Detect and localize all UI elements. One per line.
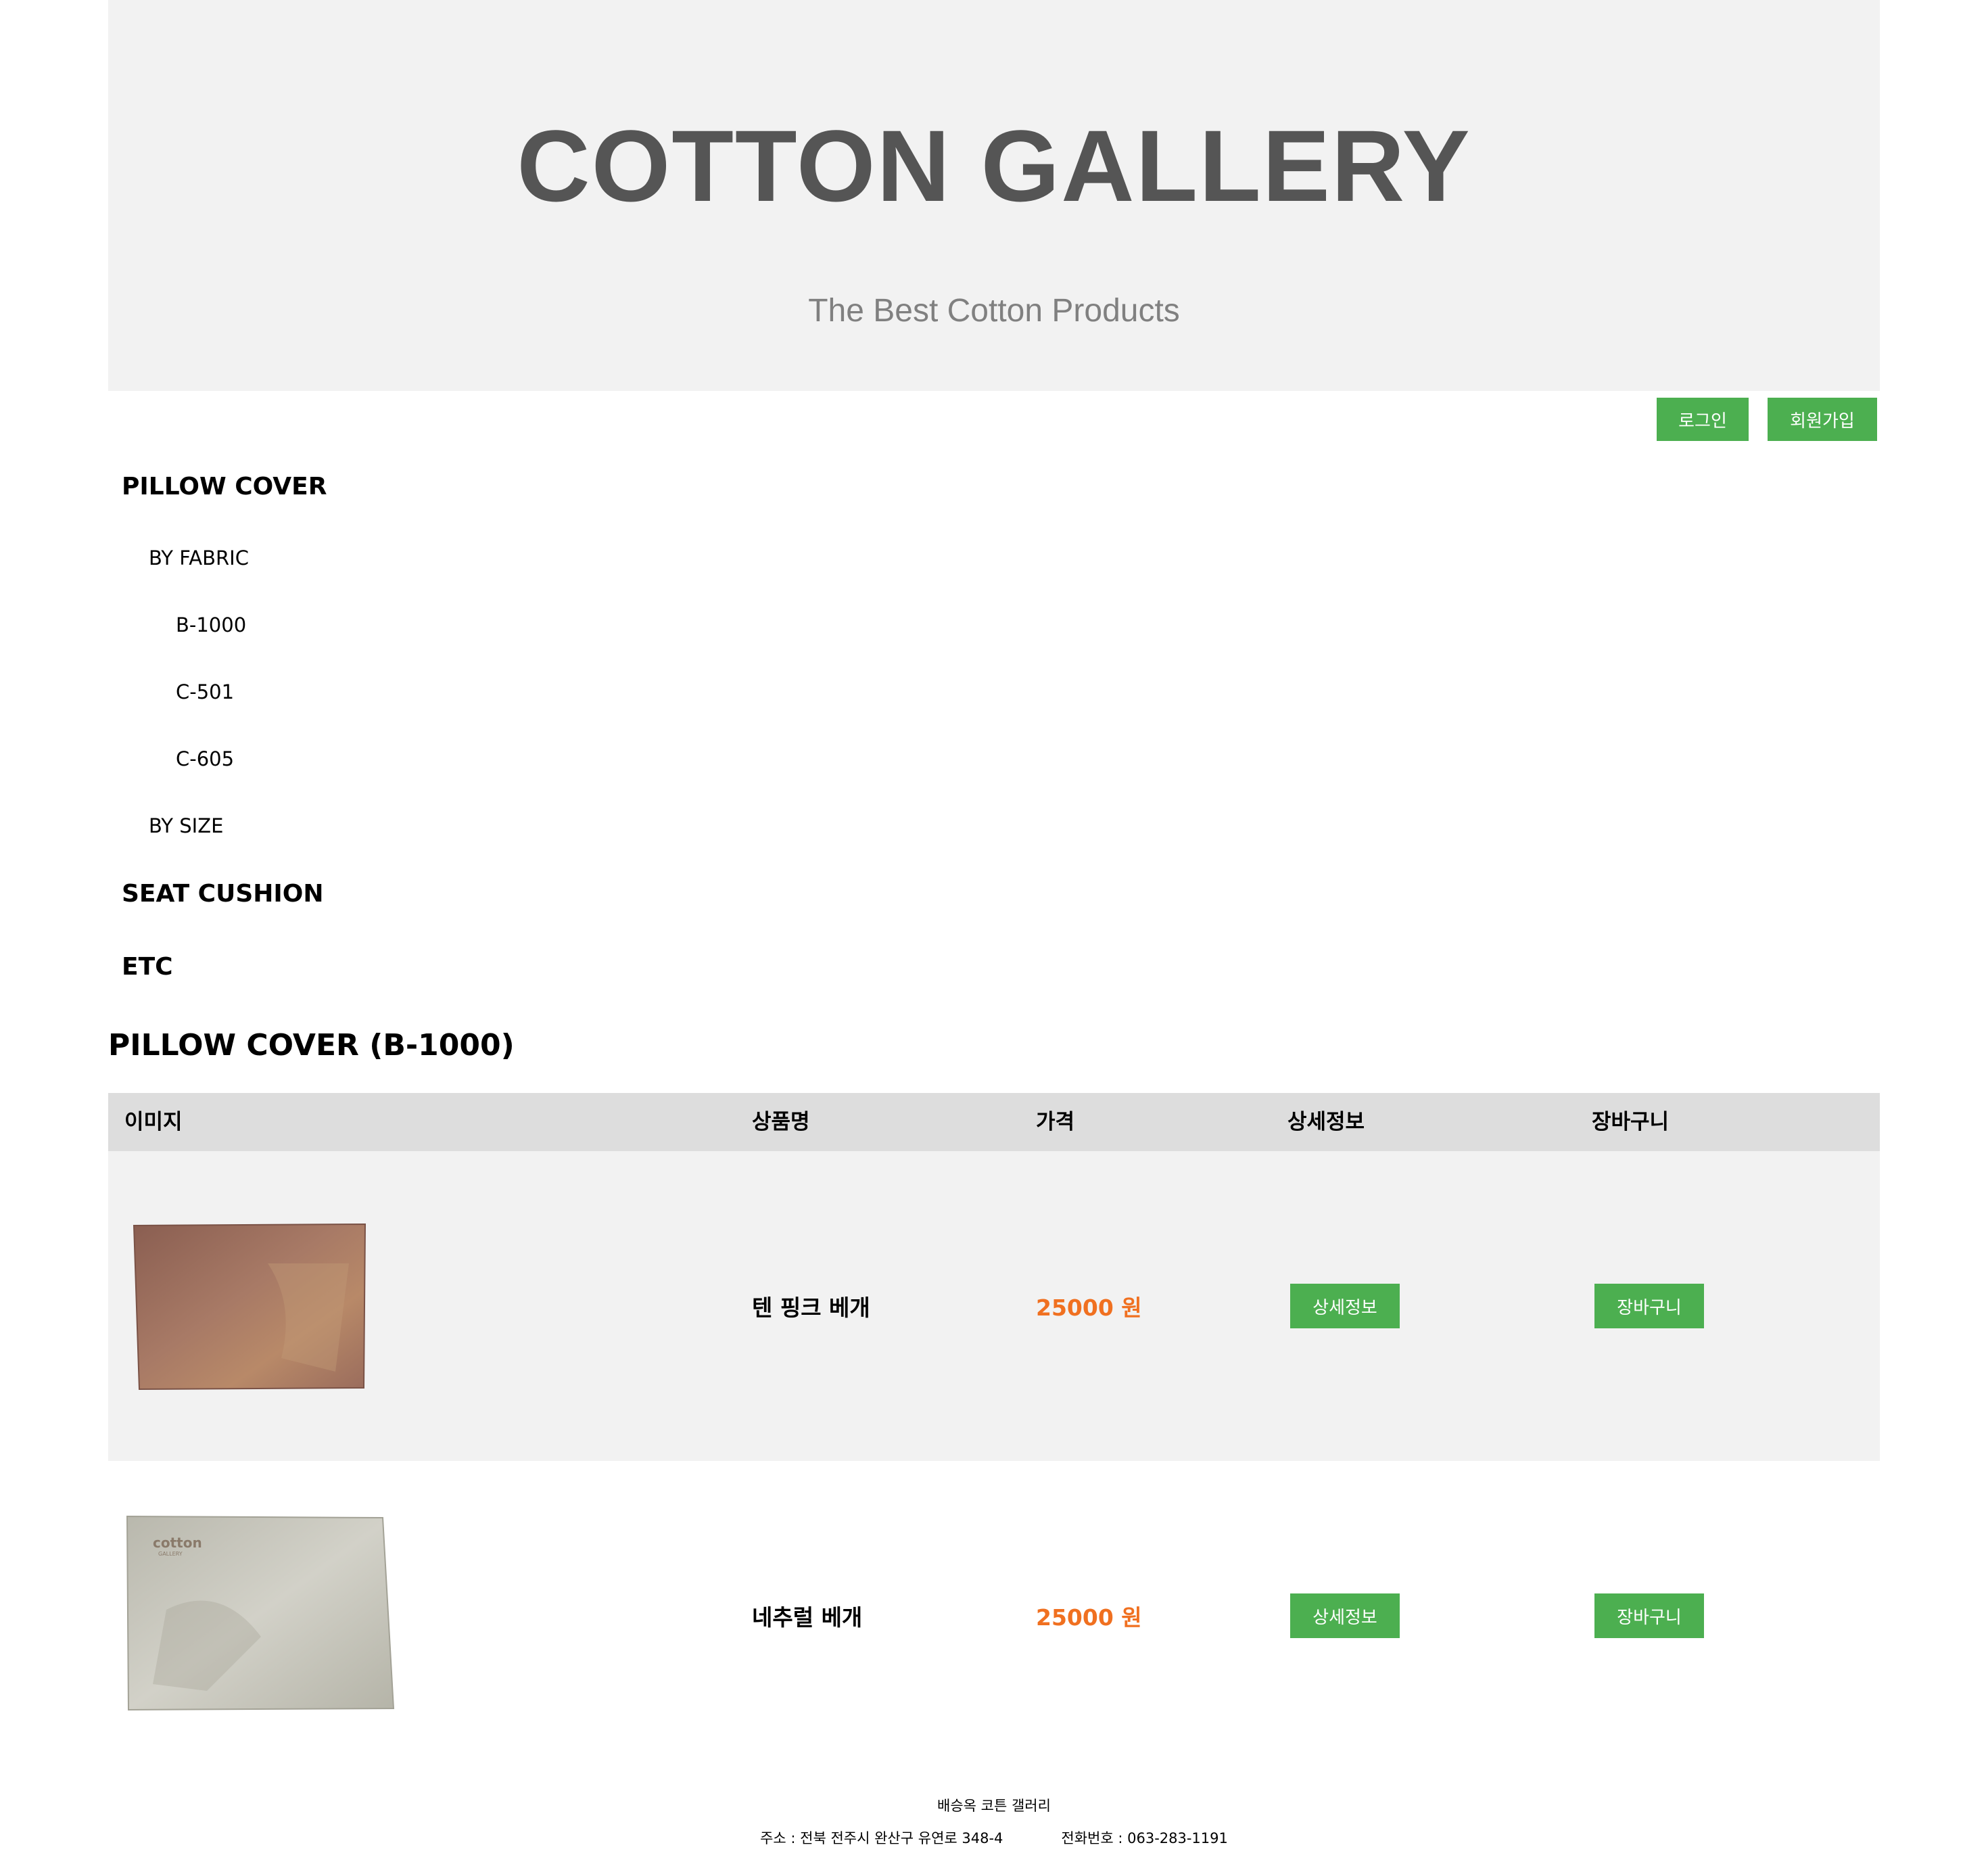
detail-button[interactable]: 상세정보 [1290, 1284, 1400, 1328]
product-name[interactable]: 네추럴 베개 [752, 1461, 862, 1771]
section-title: PILLOW COVER (B-1000) [108, 1028, 515, 1063]
menu-item-by-fabric[interactable]: BY FABRIC [149, 544, 249, 572]
svg-text:cotton: cotton [153, 1535, 202, 1551]
site-header: COTTON GALLERY The Best Cotton Products [108, 0, 1880, 391]
pink-pillow-cover-image[interactable] [133, 1223, 368, 1391]
site-subtitle: The Best Cotton Products [808, 293, 1180, 329]
column-header-name: 상품명 [752, 1110, 810, 1134]
product-price: 25000 원 [1036, 1295, 1142, 1321]
menu-item-seat-cushion[interactable]: SEAT CUSHION [122, 878, 324, 910]
product-name[interactable]: 텐 핑크 베개 [752, 1151, 870, 1461]
natural-pillow-cover-image[interactable]: cotton GALLERY [126, 1515, 395, 1711]
footer-contact-info: 주소 : 전북 전주시 완산구 유연로 348-4 전화번호 : 063-283-… [108, 1828, 1880, 1848]
column-header-cart: 장바구니 [1592, 1110, 1670, 1134]
site-title[interactable]: COTTON GALLERY [108, 101, 1880, 230]
signup-button[interactable]: 회원가입 [1768, 398, 1877, 441]
menu-item-by-size[interactable]: BY SIZE [149, 812, 223, 839]
footer-company-name: 배승옥 코튼 갤러리 [937, 1798, 1051, 1814]
menu-item-fabric-b1000[interactable]: B-1000 [176, 611, 246, 638]
menu-item-pillow-cover[interactable]: PILLOW COVER [122, 471, 327, 503]
detail-button[interactable]: 상세정보 [1290, 1593, 1400, 1638]
menu-item-fabric-c605[interactable]: C-605 [176, 745, 234, 772]
add-to-cart-button[interactable]: 장바구니 [1594, 1284, 1704, 1328]
footer-phone: 전화번호 : 063-283-1191 [1061, 1830, 1228, 1846]
add-to-cart-button[interactable]: 장바구니 [1594, 1593, 1704, 1638]
footer-address: 주소 : 전북 전주시 완산구 유연로 348-4 [760, 1830, 1003, 1846]
column-header-price: 가격 [1036, 1110, 1075, 1134]
product-price: 25000 원 [1036, 1604, 1142, 1631]
table-row: cotton GALLERY 네추럴 베개 25000 원 상세정보 장바구니 [108, 1461, 1880, 1771]
login-button[interactable]: 로그인 [1657, 398, 1749, 441]
menu-item-etc[interactable]: ETC [122, 951, 173, 983]
product-table-header: 이미지 상품명 가격 상세정보 장바구니 [108, 1093, 1880, 1151]
table-row: 텐 핑크 베개 25000 원 상세정보 장바구니 [108, 1151, 1880, 1461]
svg-text:GALLERY: GALLERY [158, 1551, 183, 1557]
column-header-detail: 상세정보 [1287, 1110, 1365, 1134]
column-header-image: 이미지 [124, 1110, 183, 1134]
menu-item-fabric-c501[interactable]: C-501 [176, 678, 234, 705]
